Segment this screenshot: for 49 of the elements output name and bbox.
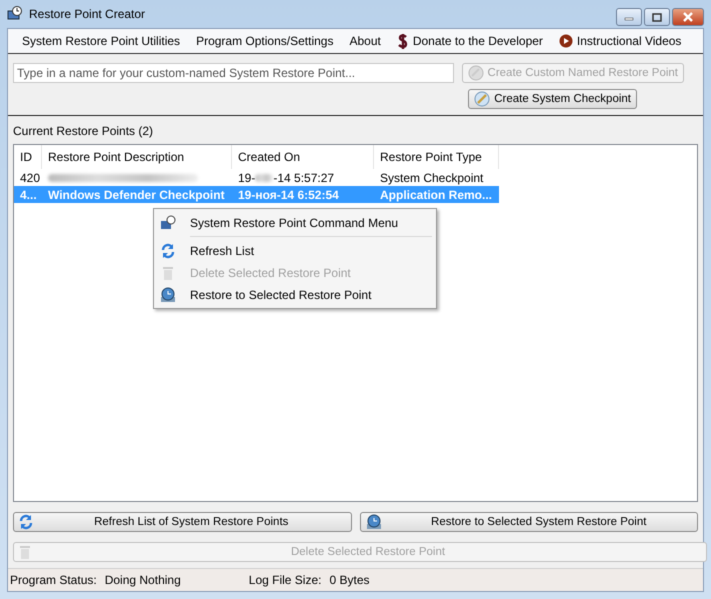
context-menu-item[interactable]: Restore to Selected Restore Point (156, 284, 434, 306)
status-label: Program Status: (10, 573, 97, 587)
table-cell-text: System Checkpoint (379, 170, 484, 184)
column-header[interactable]: Created On (232, 145, 374, 169)
maximize-icon (652, 12, 662, 22)
column-header[interactable]: Restore Point Description (42, 145, 232, 169)
menu-item[interactable]: Donate to the Developer (388, 33, 551, 49)
restore-points-label: Current Restore Points (2) (13, 124, 154, 138)
table-cell-text: 420 (19, 170, 42, 184)
menu-item[interactable]: About (341, 34, 389, 48)
disk-clock-icon (160, 287, 176, 303)
table-cell: 19-ноя-14 6:52:54 (238, 188, 339, 202)
status-value: Doing Nothing (104, 573, 181, 587)
column-header[interactable]: Restore Point Type (374, 145, 499, 169)
menu-item[interactable]: Instructional Videos (550, 34, 690, 48)
trash-icon (162, 265, 174, 281)
play-icon (558, 34, 573, 48)
list-row[interactable]: 420 19- -14 5:57:27 System Checkpoint (14, 169, 499, 186)
disk-clock-icon (366, 514, 382, 530)
table-cell-text: 4... (19, 188, 38, 202)
refresh-icon (161, 243, 175, 259)
disc-icon (474, 91, 490, 107)
restore-button[interactable]: Restore to Selected System Restore Point (360, 512, 698, 532)
create-checkpoint-button[interactable]: Create System Checkpoint (468, 89, 637, 109)
table-cell: 19- (238, 170, 256, 184)
table-cell-text: Windows Defender Checkpoint (47, 188, 226, 202)
close-button[interactable] (672, 8, 704, 26)
log-size-label: Log File Size: (248, 573, 322, 587)
minimize-button[interactable] (616, 8, 642, 26)
dollar-icon (396, 33, 409, 49)
table-cell-text: Application Remo... (379, 188, 494, 202)
context-menu-item[interactable]: System Restore Point Command Menu (156, 211, 434, 235)
name-input-field[interactable]: Type in a name for your custom-named System Restore Point... (13, 63, 454, 83)
window-title: Restore Point Creator (29, 7, 146, 21)
disc-icon (468, 65, 484, 81)
menu-item[interactable]: Program Options/Settings (188, 34, 342, 48)
blurred-text (255, 174, 274, 182)
column-header[interactable]: ID (14, 145, 42, 169)
maximize-button[interactable] (644, 8, 670, 26)
refresh-icon (19, 514, 33, 530)
menu-item[interactable]: System Restore Point Utilities (14, 34, 188, 48)
computer-icon (160, 215, 176, 231)
log-size-value: 0 Bytes (329, 573, 370, 587)
table-cell: -14 5:57:27 (273, 170, 334, 184)
close-icon (682, 12, 694, 22)
context-menu-item[interactable]: Refresh List (156, 240, 434, 262)
refresh-button[interactable]: Refresh List of System Restore Points (13, 512, 352, 532)
clock-monitor-icon (7, 6, 23, 22)
trash-icon (19, 544, 31, 560)
